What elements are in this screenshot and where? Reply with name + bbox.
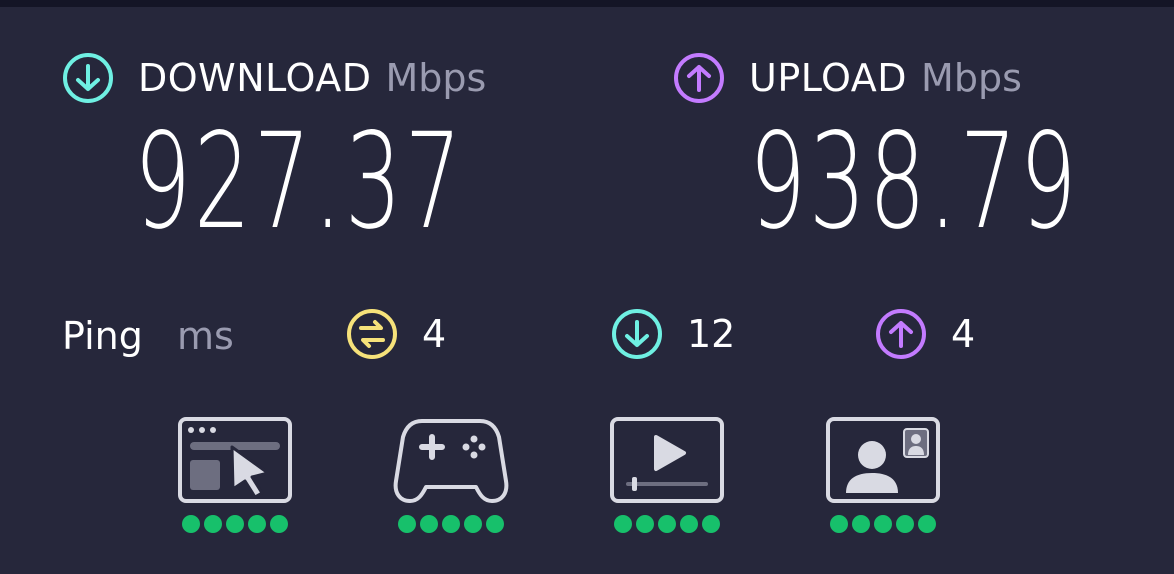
download-arrow-icon	[63, 53, 113, 103]
download-header: DOWNLOAD Mbps	[62, 50, 486, 106]
ping-upload-value: 4	[951, 312, 976, 356]
ping-download-value: 12	[687, 312, 736, 356]
rating-dot	[830, 515, 848, 533]
ping-upload: 4	[875, 308, 975, 360]
rating-dot	[702, 515, 720, 533]
rating-dot	[398, 515, 416, 533]
ping-unit: ms	[177, 314, 234, 358]
rating-dot	[636, 515, 654, 533]
gaming-rating	[392, 515, 510, 533]
download-latency-icon	[612, 309, 662, 359]
ping-idle: 4	[346, 308, 446, 360]
video-streaming-icon	[610, 417, 724, 503]
upload-unit: Mbps	[921, 56, 1022, 100]
browsing-rating	[176, 515, 294, 533]
use-case-gaming	[392, 415, 510, 533]
use-case-streaming	[608, 415, 726, 533]
use-case-browsing	[176, 415, 294, 533]
rating-dot	[918, 515, 936, 533]
rating-dot	[852, 515, 870, 533]
rating-dot	[442, 515, 460, 533]
ping-download: 12	[611, 308, 735, 360]
rating-dot	[614, 515, 632, 533]
upload-header: UPLOAD Mbps	[673, 50, 1022, 106]
rating-dot	[896, 515, 914, 533]
download-metric: DOWNLOAD Mbps 927.37	[62, 50, 486, 252]
rating-dot	[248, 515, 266, 533]
video-chat-icon	[826, 417, 940, 503]
ping-label: Ping	[62, 314, 143, 358]
streaming-rating	[608, 515, 726, 533]
idle-latency-icon	[347, 309, 397, 359]
gamepad-icon	[393, 419, 509, 503]
upload-arrow-icon	[674, 53, 724, 103]
rating-dot	[226, 515, 244, 533]
rating-dot	[420, 515, 438, 533]
top-bar	[0, 0, 1174, 7]
download-label: DOWNLOAD	[138, 56, 372, 100]
upload-latency-icon	[876, 309, 926, 359]
ping-row: Ping ms 4 12 4	[0, 308, 1174, 364]
rating-dot	[204, 515, 222, 533]
rating-dot	[270, 515, 288, 533]
rating-dot	[874, 515, 892, 533]
rating-dot	[658, 515, 676, 533]
use-case-video-chat	[824, 415, 942, 533]
download-unit: Mbps	[385, 56, 487, 100]
download-value: 927.37	[134, 105, 465, 259]
rating-dot	[486, 515, 504, 533]
ping-idle-value: 4	[422, 312, 447, 356]
upload-label: UPLOAD	[749, 56, 908, 100]
upload-metric: UPLOAD Mbps 938.79	[673, 50, 1077, 252]
rating-dot	[182, 515, 200, 533]
video-chat-rating	[824, 515, 942, 533]
upload-value: 938.79	[749, 105, 1080, 259]
rating-dot	[464, 515, 482, 533]
web-browsing-icon	[178, 417, 292, 503]
rating-dot	[680, 515, 698, 533]
